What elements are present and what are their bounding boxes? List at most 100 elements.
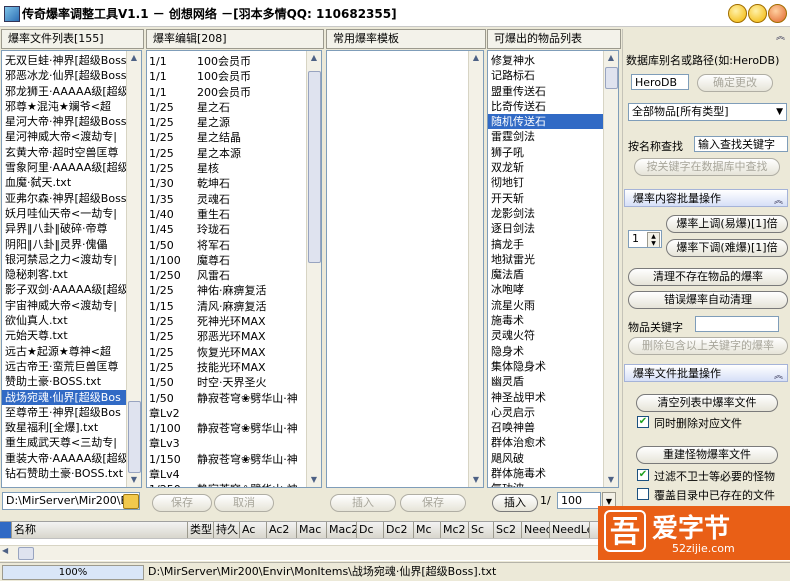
editor-scrollbar[interactable]: ▲ ▼ [306,51,321,487]
item-list-item[interactable]: 盟重传送石 [488,84,603,99]
file-list-item[interactable]: 重装大帝·AAAAA级[超级 [2,451,126,466]
editor-row[interactable]: 1/250静寂苍穹❀劈华山·神 [147,482,306,487]
item-list-item[interactable]: 记路标石 [488,68,603,83]
col-durability[interactable]: 持久 [214,522,240,538]
file-list-item[interactable]: 星河大帝·神界[超级Boss [2,114,126,129]
search-input[interactable]: 输入查找关键字 [694,136,788,152]
item-list-item[interactable]: 群体治愈术 [488,435,603,450]
path-input[interactable]: D:\MirServer\Mir200\Env [2,492,140,510]
filter-checkbox[interactable]: ✔ [637,469,649,481]
collapse-icon[interactable]: ︽ [776,29,785,42]
editor-row[interactable]: 1/1 100会员币 [147,69,306,84]
file-list-item[interactable]: 战场宛魂·仙界[超级Bos [2,389,126,405]
col-sc2[interactable]: Sc2 [494,522,522,538]
file-list-item[interactable]: 致星福利[全爆].txt [2,420,126,435]
editor-row[interactable]: 1/1 100会员币 [147,54,306,69]
scroll-thumb[interactable] [18,547,34,560]
item-list-item[interactable]: 集体隐身术 [488,359,603,374]
scroll-up-icon[interactable]: ▲ [604,51,618,65]
editor-row[interactable]: 1/25 神佑·麻痹复活 [147,283,306,298]
save-button[interactable]: 保存 [152,494,212,512]
file-list-item[interactable]: 隐秘刺客.txt [2,267,126,282]
file-list-item[interactable]: 妖月哇仙天帝<一劫专| [2,206,126,221]
editor-row[interactable]: 1/50 时空·天界圣火 [147,375,306,390]
scroll-up-icon[interactable]: ▲ [127,51,141,65]
item-list-item[interactable]: 逐日剑法 [488,221,603,236]
scroll-up-icon[interactable]: ▲ [469,51,483,65]
file-list-item[interactable]: 亚弗尔森·神界[超级Boss [2,191,126,206]
file-list-item[interactable]: 无双巨蛙·神界[超级Boss [2,53,126,68]
editor-row[interactable]: 章Lv3 [147,436,306,451]
editor-row[interactable]: 章Lv2 [147,406,306,421]
col-name[interactable]: 名称 [12,522,188,538]
scroll-thumb[interactable] [128,401,141,473]
editor-row[interactable]: 1/25 星之结晶 [147,130,306,145]
rebuild-button[interactable]: 重建怪物爆率文件 [636,446,778,464]
template-list[interactable]: ▲ ▼ [326,50,484,488]
delete-keyword-button[interactable]: 删除包含以上关键字的爆率 [628,337,788,355]
item-list-item[interactable]: 比奇传送石 [488,99,603,114]
editor-row[interactable]: 1/100 魔尊石 [147,253,306,268]
scroll-up-icon[interactable]: ▲ [307,51,321,65]
item-list-item[interactable]: 施毒术 [488,313,603,328]
item-list-item[interactable]: 龙影剑法 [488,206,603,221]
item-list-item[interactable]: 神圣战甲术 [488,390,603,405]
col-dc[interactable]: Dc [357,522,384,538]
file-list-item[interactable]: 远古★起源★尊神<超 [2,344,126,359]
editor-row[interactable]: 1/25 星之石 [147,100,306,115]
scroll-down-icon[interactable]: ▼ [127,473,141,487]
template-insert-button[interactable]: 插入 [330,494,396,512]
file-list-item[interactable]: 远古帝王·蛮荒巨兽匡尊 [2,359,126,374]
editor-row[interactable]: 1/25 星之源 [147,115,306,130]
editor-row[interactable]: 1/15 清风·麻痹复活 [147,299,306,314]
item-list-scrollbar[interactable]: ▲ ▼ [603,51,618,487]
db-input[interactable]: HeroDB [631,74,689,90]
item-list-item[interactable]: 彻地钉 [488,175,603,190]
col-needlevel[interactable]: NeedLe [550,522,590,538]
file-list-scrollbar[interactable]: ▲ ▼ [126,51,141,487]
editor-row[interactable]: 1/40 重生石 [147,207,306,222]
editor-row[interactable]: 1/35 灵魂石 [147,192,306,207]
item-list-item[interactable]: 双龙斩 [488,160,603,175]
item-list-item[interactable]: 幽灵盾 [488,374,603,389]
item-list-item[interactable]: 召唤神兽 [488,420,603,435]
file-list-item[interactable]: 影子双剑·AAAAA级[超级 [2,282,126,297]
file-list-item[interactable]: 邪尊★混沌★斓爷<超 [2,99,126,114]
item-list-item[interactable]: 搞龙手 [488,237,603,252]
file-list-item[interactable]: 宇宙神威大帝<渡劫专| [2,298,126,313]
item-list-item[interactable]: 随机传送石 [488,114,603,130]
overwrite-checkbox[interactable] [637,488,649,500]
sync-delete-checkbox[interactable]: ✔ [637,416,649,428]
minimize-button[interactable] [728,4,747,23]
file-list-item[interactable]: 雪象阿里·AAAAA级[超级 [2,160,126,175]
item-list-item[interactable]: 灵魂火符 [488,328,603,343]
template-scrollbar[interactable]: ▲ ▼ [468,51,483,487]
rate-editor[interactable]: 1/1 100会员币 1/1 100会员币 1/1 200会员币 1/25 星之石 1/25 星之… [146,50,322,488]
grid-hscrollbar[interactable]: ◀ [0,545,598,560]
editor-row[interactable]: 1/25 恢复光环MAX [147,345,306,360]
scroll-down-icon[interactable]: ▼ [604,473,618,487]
keyword-input[interactable] [695,316,779,332]
file-list-item[interactable]: 异界‖八卦‖破碎·帝尊 [2,221,126,236]
editor-row[interactable]: 1/25 星之本源 [147,146,306,161]
editor-row[interactable]: 1/25 技能光环MAX [147,360,306,375]
editor-row[interactable]: 1/45 玲珑石 [147,222,306,237]
file-list-item[interactable]: 重生威武天尊<三劫专| [2,435,126,450]
editor-row[interactable]: 1/1 200会员币 [147,85,306,100]
item-list-item[interactable]: 心灵启示 [488,405,603,420]
file-list-item[interactable]: 阴阳‖八卦‖灵界·傀儡 [2,237,126,252]
item-list-item[interactable]: 开天斩 [488,191,603,206]
file-list-item[interactable]: 星河神威大帝<渡劫专| [2,129,126,144]
col-sc[interactable]: Sc [469,522,494,538]
editor-row[interactable]: 1/25 死神光环MAX [147,314,306,329]
file-list-item[interactable]: 至尊帝王·神界[超级Bos [2,405,126,420]
cancel-button[interactable]: 取消 [214,494,274,512]
editor-row[interactable]: 1/150 静寂苍穹❀劈华山·神 [147,452,306,467]
scroll-left-icon[interactable]: ◀ [2,546,8,555]
item-list-item[interactable]: 流星火雨 [488,298,603,313]
spin-icon[interactable]: ▲ ▼ [647,232,660,247]
file-list-item[interactable]: 银河禁忌之力<渡劫专| [2,252,126,267]
editor-row[interactable]: 1/100 静寂苍穹❀劈华山·神 [147,421,306,436]
item-list-item[interactable]: 地狱雷光 [488,252,603,267]
col-type[interactable]: 类型 [188,522,214,538]
